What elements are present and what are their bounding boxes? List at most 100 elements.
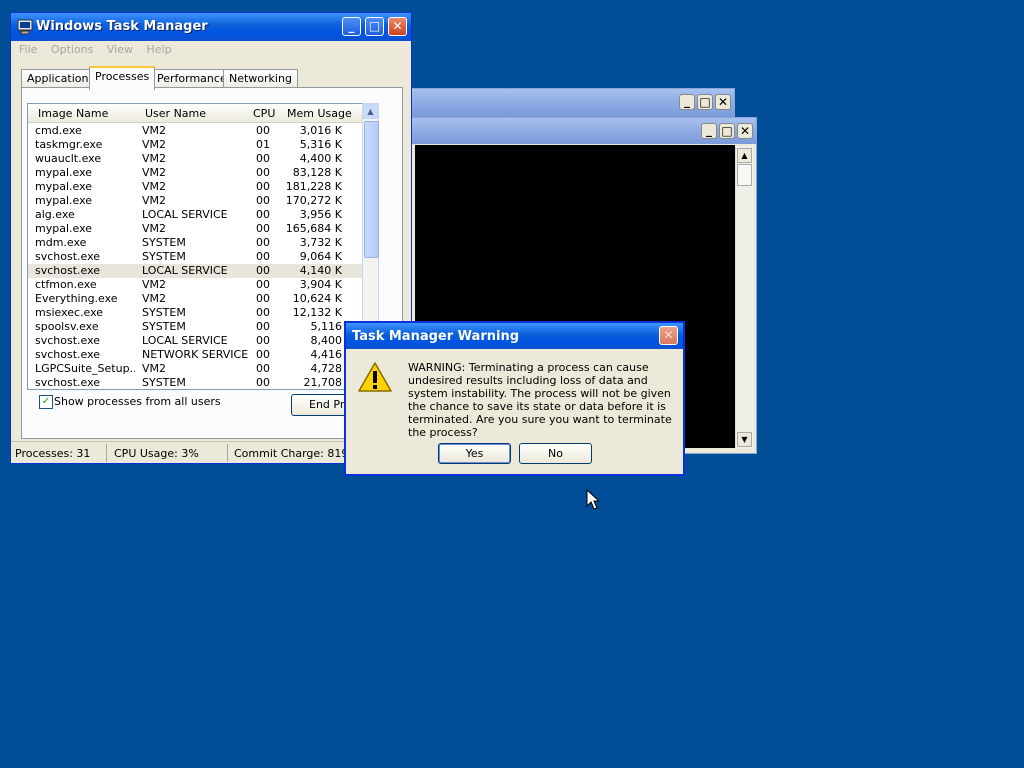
close-button[interactable]: ✕ [659,326,678,345]
process-image-name: msiexec.exe [35,306,104,319]
table-row[interactable]: mypal.exe VM2 00 181,228 K [28,180,362,194]
menu-view[interactable]: View [107,43,133,56]
yes-button[interactable]: Yes [438,443,511,464]
process-user-name: VM2 [142,292,167,305]
process-cpu: 00 [256,194,270,207]
close-button[interactable]: ✕ [715,94,731,110]
close-button[interactable]: ✕ [737,123,753,139]
minimize-button[interactable]: _ [679,94,695,110]
column-cpu[interactable]: CPU [253,107,275,120]
table-row[interactable]: svchost.exe SYSTEM 00 9,064 K [28,250,362,264]
process-list[interactable]: Image Name User Name CPU Mem Usage cmd.e… [27,103,363,390]
process-user-name: LOCAL SERVICE [142,264,228,277]
process-image-name: LGPCSuite_Setup.... [35,362,135,375]
table-row[interactable]: taskmgr.exe VM2 01 5,316 K [28,138,362,152]
table-row[interactable]: svchost.exe LOCAL SERVICE 00 4,140 K [28,264,362,278]
process-image-name: alg.exe [35,208,75,221]
table-row[interactable]: mypal.exe VM2 00 170,272 K [28,194,362,208]
task-manager-titlebar[interactable]: Windows Task Manager _ □ ✕ [11,13,411,41]
table-row[interactable]: mypal.exe VM2 00 83,128 K [28,166,362,180]
process-mem-usage: 4,728 [310,362,343,375]
process-mem-usage: 170,272 K [285,194,342,207]
background-window-1-titlebar[interactable]: _ □ ✕ [409,89,734,117]
table-row[interactable]: svchost.exe LOCAL SERVICE 00 8,400 [28,334,362,348]
table-row[interactable]: spoolsv.exe SYSTEM 00 5,116 [28,320,362,334]
process-list-header: Image Name User Name CPU Mem Usage [28,104,362,123]
process-mem-usage: 4,400 K [299,152,342,165]
menu-bar: File Options View Help [19,43,182,56]
process-image-name: ctfmon.exe [35,278,97,291]
column-mem-usage[interactable]: Mem Usage [287,107,352,120]
maximize-button[interactable]: □ [719,123,735,139]
table-row[interactable]: svchost.exe SYSTEM 00 21,708 [28,376,362,389]
process-image-name: svchost.exe [35,250,101,263]
close-button[interactable]: ✕ [388,17,407,36]
background-window-1: _ □ ✕ [408,88,735,120]
dialog-titlebar[interactable]: Task Manager Warning ✕ [346,323,683,349]
column-user-name[interactable]: User Name [145,107,206,120]
warning-icon [358,362,392,392]
column-image-name[interactable]: Image Name [38,107,108,120]
process-cpu: 00 [256,208,270,221]
process-cpu: 00 [256,278,270,291]
process-mem-usage: 181,228 K [285,180,342,193]
menu-options[interactable]: Options [51,43,93,56]
scroll-thumb[interactable] [364,121,379,258]
console-window-titlebar[interactable]: _ □ ✕ [409,118,756,144]
table-row[interactable]: cmd.exe VM2 00 3,016 K [28,124,362,138]
process-cpu: 00 [256,320,270,333]
process-cpu: 00 [256,152,270,165]
process-cpu: 00 [256,348,270,361]
process-cpu: 00 [256,264,270,277]
process-mem-usage: 10,624 K [292,292,342,305]
mouse-cursor-icon [586,489,600,510]
process-cpu: 00 [256,222,270,235]
table-row[interactable]: ctfmon.exe VM2 00 3,904 K [28,278,362,292]
scroll-thumb[interactable] [737,164,752,186]
table-row[interactable]: svchost.exe NETWORK SERVICE 00 4,416 [28,348,362,362]
process-user-name: VM2 [142,222,167,235]
process-cpu: 00 [256,250,270,263]
status-processes: Processes: 31 [15,447,91,460]
process-user-name: SYSTEM [142,306,186,319]
process-image-name: mypal.exe [35,180,93,193]
process-user-name: VM2 [142,124,167,137]
table-row[interactable]: Everything.exe VM2 00 10,624 K [28,292,362,306]
process-mem-usage: 3,956 K [299,208,342,221]
process-mem-usage: 5,316 K [299,138,342,151]
process-cpu: 00 [256,376,270,389]
process-image-name: taskmgr.exe [35,138,103,151]
show-all-users-label: Show processes from all users [54,395,221,408]
menu-help[interactable]: Help [146,43,171,56]
show-all-users-checkbox[interactable]: ✓ [39,395,53,409]
no-button[interactable]: No [519,443,592,464]
table-row[interactable]: alg.exe LOCAL SERVICE 00 3,956 K [28,208,362,222]
tab-processes[interactable]: Processes [89,66,156,90]
maximize-button[interactable]: □ [697,94,713,110]
maximize-button[interactable]: □ [365,17,384,36]
tab-performance[interactable]: Performance [151,69,233,88]
process-image-name: svchost.exe [35,264,101,277]
table-row[interactable]: wuauclt.exe VM2 00 4,400 K [28,152,362,166]
minimize-button[interactable]: _ [701,123,717,139]
window-title: Windows Task Manager [36,19,208,34]
process-image-name: cmd.exe [35,124,82,137]
table-row[interactable]: LGPCSuite_Setup.... VM2 00 4,728 [28,362,362,376]
table-row[interactable]: mypal.exe VM2 00 165,684 K [28,222,362,236]
table-row[interactable]: msiexec.exe SYSTEM 00 12,132 K [28,306,362,320]
process-mem-usage: 165,684 K [285,222,342,235]
table-row[interactable]: mdm.exe SYSTEM 00 3,732 K [28,236,362,250]
process-user-name: SYSTEM [142,236,186,249]
process-user-name: LOCAL SERVICE [142,334,228,347]
scroll-up-arrow-icon[interactable]: ▲ [737,148,752,163]
process-user-name: NETWORK SERVICE [142,348,249,361]
process-image-name: svchost.exe [35,376,101,389]
process-mem-usage: 3,016 K [299,124,342,137]
scroll-down-arrow-icon[interactable]: ▼ [737,432,752,447]
menu-file[interactable]: File [19,43,37,56]
process-user-name: VM2 [142,278,167,291]
tab-networking[interactable]: Networking [223,69,298,88]
console-scrollbar[interactable]: ▲ ▼ [735,146,754,449]
scroll-up-arrow-icon[interactable]: ▲ [363,104,378,119]
minimize-button[interactable]: _ [342,17,361,36]
